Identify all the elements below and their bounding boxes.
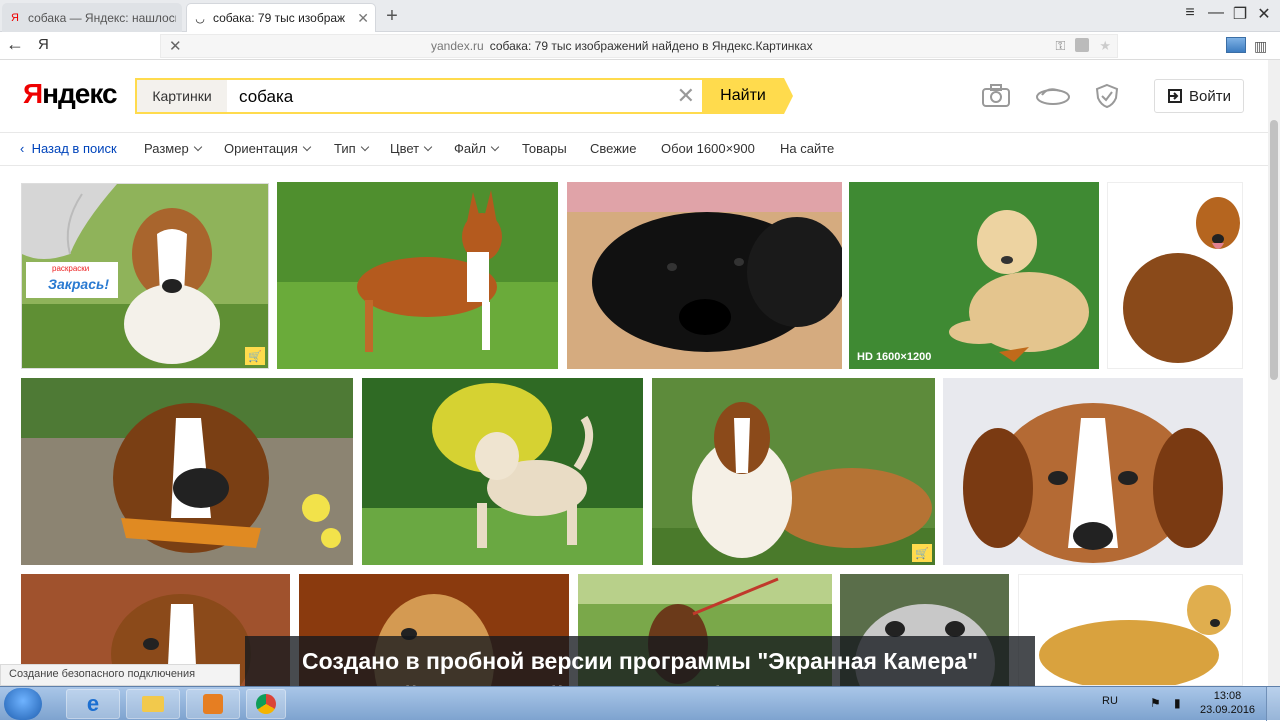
media-player-taskbar-icon[interactable]	[186, 689, 240, 719]
filter-type[interactable]: Тип	[334, 141, 369, 156]
image-result[interactable]: HD 1600×1200	[849, 182, 1099, 369]
page-scrollbar[interactable]	[1268, 60, 1280, 686]
weather-cloud-icon[interactable]	[1034, 83, 1072, 109]
chevron-down-icon	[193, 142, 202, 152]
address-page-title: собака: 79 тыс изображений найдено в Янд…	[489, 39, 813, 53]
address-icons: ⚿ ★	[1055, 38, 1111, 54]
stop-loading-icon[interactable]: ✕	[169, 37, 182, 55]
extensions-icon[interactable]: ▥	[1254, 38, 1267, 55]
explorer-folder-taskbar-icon[interactable]	[126, 689, 180, 719]
chevron-left-icon: ‹	[20, 141, 32, 156]
windows-taskbar: e RU ⚑ ▮ 13:08 23.09.2016	[0, 686, 1280, 721]
golden-retriever-standing-image	[1019, 575, 1242, 685]
close-window-button[interactable]: ✕	[1252, 4, 1276, 24]
filter-goods[interactable]: Товары	[522, 141, 567, 156]
clock-date: 23.09.2016	[1200, 704, 1256, 716]
new-tab-button[interactable]: +	[382, 5, 402, 28]
chrome-taskbar-icon[interactable]	[246, 689, 286, 719]
camera-search-icon[interactable]	[980, 83, 1012, 109]
filters-bar: ‹ Назад в поиск Размер Ориентация Тип Цв…	[0, 132, 1268, 166]
status-bubble: Создание безопасного подключения	[0, 664, 240, 686]
collie-dog-image	[652, 378, 935, 565]
tab-title: собака: 79 тыс изображ	[213, 11, 346, 25]
address-domain: yandex.ru	[431, 39, 484, 53]
coloring-ad-sticker: раскраски Закрась!	[26, 262, 118, 298]
chevron-down-icon	[302, 142, 312, 152]
chevron-down-icon	[490, 142, 500, 152]
login-button[interactable]: Войти	[1154, 79, 1244, 113]
image-result[interactable]: раскраски Закрась! 🛒	[21, 183, 269, 369]
key-icon[interactable]: ⚿	[1055, 38, 1065, 54]
image-result[interactable]	[943, 378, 1243, 565]
clear-search-icon[interactable]: ✕	[677, 83, 695, 109]
search-input[interactable]: собака	[239, 87, 293, 107]
start-button[interactable]	[4, 688, 42, 720]
search-service-tag[interactable]: Картинки	[137, 80, 227, 112]
address-field[interactable]: ✕ yandex.ru собака: 79 тыс изображений на…	[160, 34, 1118, 58]
flag-tray-icon[interactable]: ⚑	[1150, 696, 1161, 710]
address-bar-row: ← Я ✕ yandex.ru собака: 79 тыс изображени…	[0, 32, 1280, 60]
golden-retriever-puppy-image	[849, 182, 1099, 369]
login-label: Войти	[1189, 87, 1231, 105]
watermark-line-1: Создано в пробной версии программы "Экра…	[302, 648, 978, 674]
yandex-favicon-icon: Я	[11, 11, 19, 24]
downloads-icon[interactable]	[1226, 37, 1246, 53]
back-arrow-icon[interactable]: ←	[6, 34, 24, 55]
filter-file[interactable]: Файл	[454, 141, 500, 156]
search-box: Картинки собака ✕	[135, 78, 705, 114]
filter-orientation[interactable]: Ориентация	[224, 141, 312, 156]
golden-retriever-sitting-image	[1108, 183, 1242, 368]
boxer-puppy-image	[21, 378, 353, 565]
tab-yandex-search[interactable]: Я собака — Яндекс: нашлось	[2, 3, 182, 32]
image-result[interactable]	[1107, 182, 1243, 369]
scrollbar-thumb[interactable]	[1270, 120, 1278, 380]
clock-time: 13:08	[1213, 690, 1242, 702]
browser-tab-strip: Я собака — Яндекс: нашлось ◡ собака: 79 …	[0, 0, 1280, 32]
back-to-search-link[interactable]: ‹ Назад в поиск	[20, 141, 117, 156]
system-clock[interactable]: 13:08 23.09.2016	[1200, 689, 1255, 717]
chevron-down-icon	[360, 142, 369, 152]
image-result[interactable]	[362, 378, 643, 565]
filter-color[interactable]: Цвет	[390, 141, 433, 156]
search-submit-arrow	[784, 78, 793, 114]
search-submit-button[interactable]: Найти	[702, 78, 784, 114]
image-result[interactable]	[21, 378, 353, 565]
shopping-cart-icon[interactable]: 🛒	[245, 347, 265, 365]
filter-on-site[interactable]: На сайте	[780, 141, 834, 156]
filter-fresh[interactable]: Свежие	[590, 141, 636, 156]
loading-spinner-icon: ◡	[195, 12, 205, 25]
address-text: yandex.ru собака: 79 тыс изображений найд…	[431, 39, 813, 53]
image-result[interactable]	[1018, 574, 1243, 686]
lock-icon[interactable]	[1075, 38, 1090, 52]
shopping-cart-icon[interactable]: 🛒	[912, 544, 932, 562]
yandex-logo[interactable]: Яндекс	[23, 78, 118, 110]
minimize-button[interactable]: —	[1204, 4, 1228, 22]
tab-close-icon[interactable]: ✕	[353, 10, 369, 27]
beagle-lying-image	[943, 378, 1243, 565]
yellow-labrador-image	[362, 378, 643, 565]
filter-size[interactable]: Размер	[144, 141, 202, 156]
restore-button[interactable]: ❐	[1228, 4, 1252, 24]
network-signal-icon[interactable]: ▮	[1174, 696, 1181, 710]
login-icon	[1168, 89, 1182, 103]
bookmark-star-icon[interactable]: ★	[1099, 38, 1111, 54]
yandex-button[interactable]: Я	[38, 36, 49, 53]
keyboard-language[interactable]: RU	[1102, 695, 1118, 707]
tab-yandex-images[interactable]: ◡ собака: 79 тыс изображ ✕	[186, 3, 376, 32]
show-desktop-button[interactable]	[1266, 687, 1280, 721]
image-result[interactable]	[277, 182, 558, 369]
chevron-down-icon	[423, 142, 433, 152]
image-result[interactable]: 🛒	[652, 378, 935, 565]
image-result[interactable]	[567, 182, 842, 369]
browser-menu-button[interactable]: ≡	[1178, 4, 1202, 22]
hd-size-badge: HD 1600×1200	[857, 351, 932, 363]
internet-explorer-taskbar-icon[interactable]: e	[66, 689, 120, 719]
filter-wallpaper[interactable]: Обои 1600×900	[661, 141, 755, 156]
basenji-dog-image	[277, 182, 558, 369]
black-labrador-puppy-image	[567, 182, 842, 369]
tab-title: собака — Яндекс: нашлось	[28, 10, 176, 25]
shield-icon[interactable]	[1094, 83, 1120, 109]
